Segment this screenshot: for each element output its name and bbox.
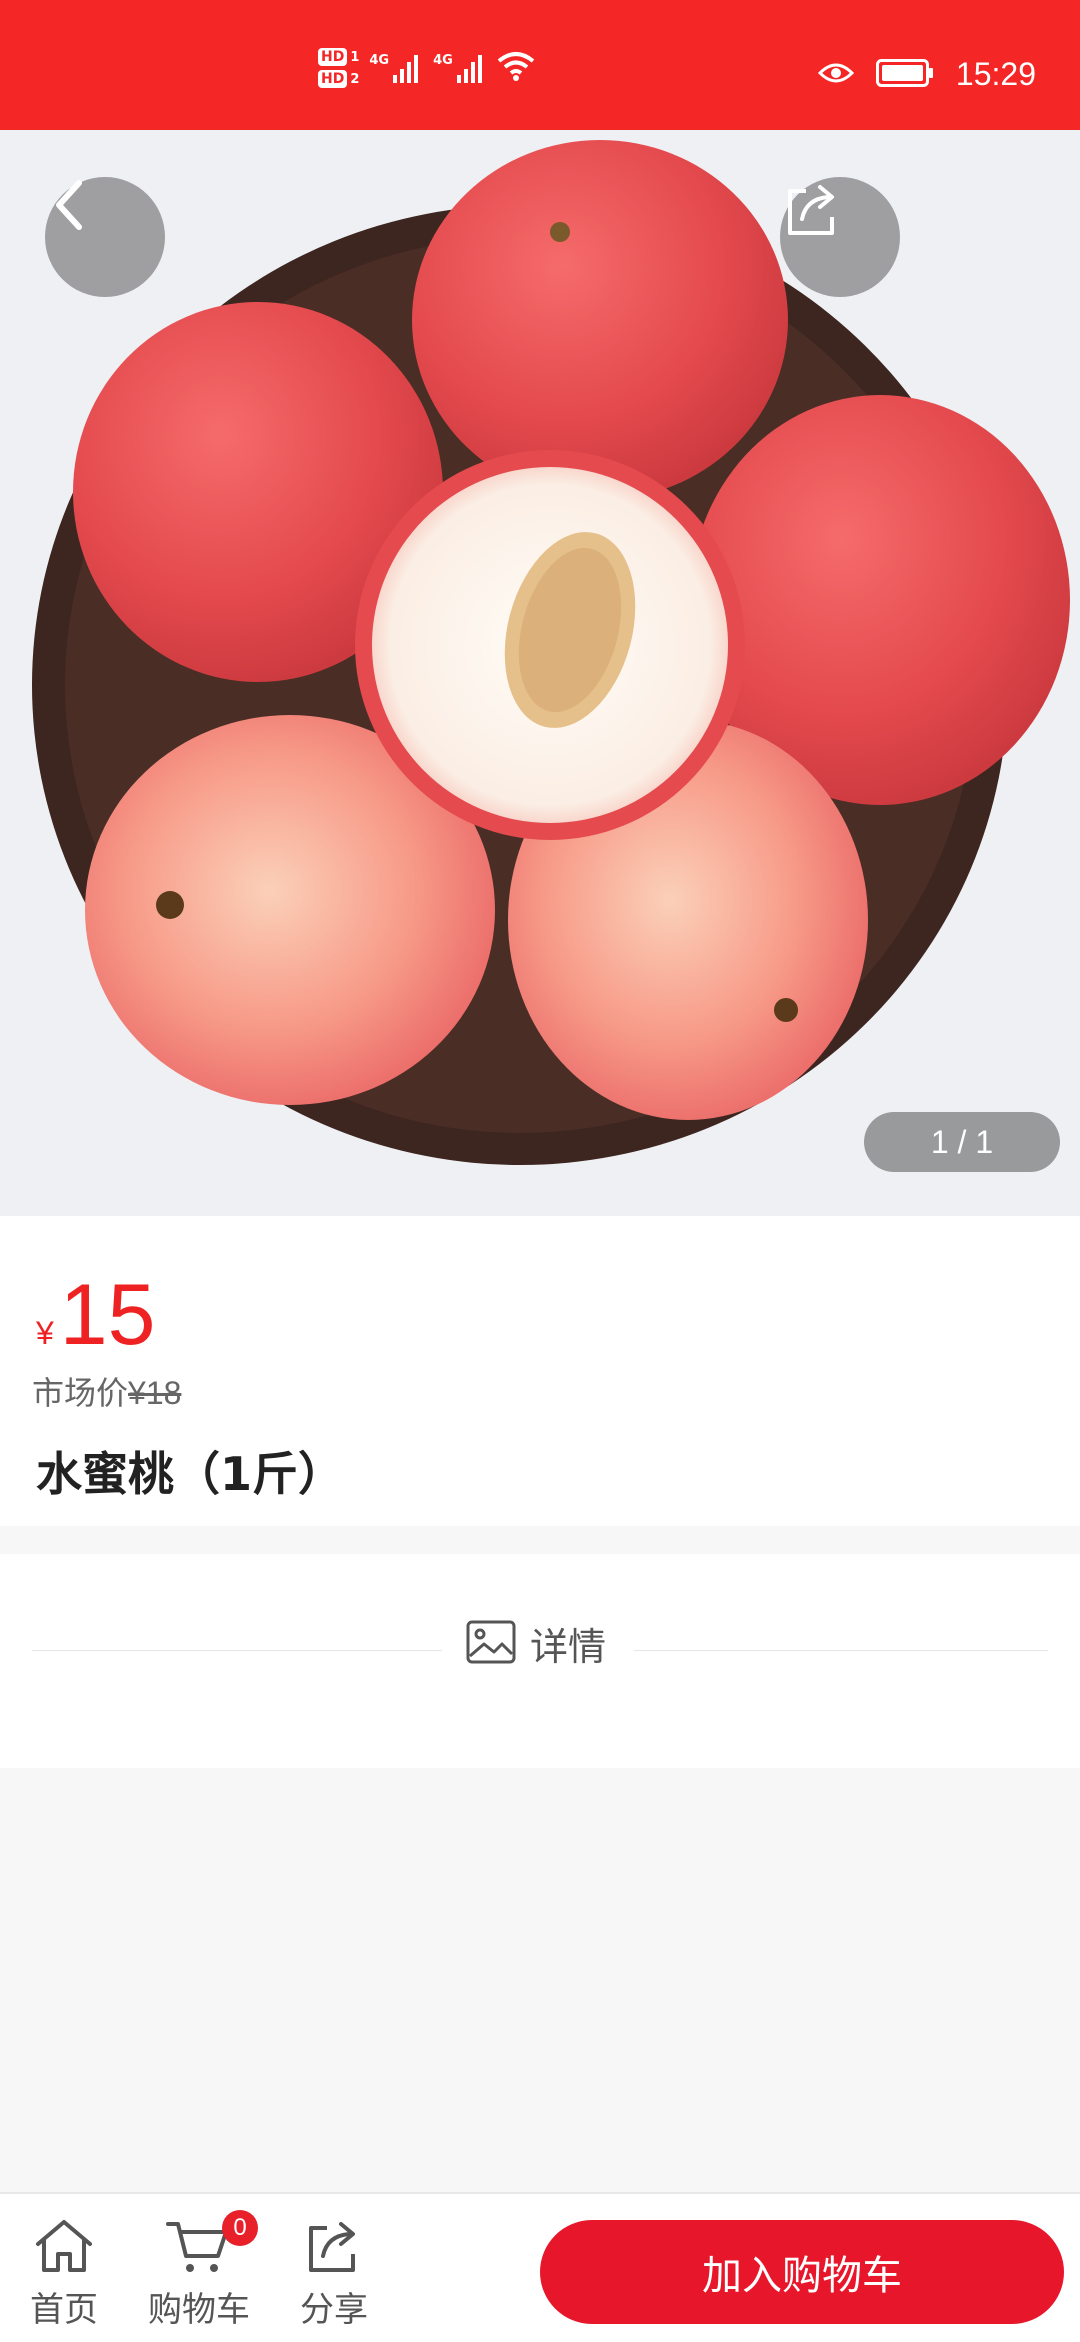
status-right: 15:29: [817, 56, 1036, 93]
detail-header: 详情: [466, 1616, 606, 1671]
price-value: 15: [59, 1267, 156, 1363]
status-bar: HD 1 HD 2 4G 4G 15:29: [0, 0, 1080, 130]
nav-share[interactable]: 分享: [300, 2216, 368, 2331]
bottom-bar: 首页 0 购物车 分享 加入购物车: [0, 2192, 1080, 2342]
signal-icon: 4G: [369, 53, 423, 83]
product-image-carousel[interactable]: 1 / 1: [0, 130, 1080, 1216]
nav-home[interactable]: 首页: [30, 2216, 98, 2331]
price: ¥ 15: [36, 1272, 155, 1358]
hd2-indicator: HD 2: [318, 70, 359, 88]
clock: 15:29: [955, 56, 1036, 92]
detail-section: 详情: [0, 1554, 1080, 1768]
market-price-label: 市场价: [32, 1375, 129, 1411]
image-icon: [466, 1620, 516, 1668]
back-button[interactable]: [45, 177, 165, 297]
product-info: ¥ 15 市场价¥18 水蜜桃（1斤）: [0, 1216, 1080, 1526]
share-button[interactable]: [780, 177, 900, 297]
hd1-indicator: HD 1: [318, 48, 359, 66]
cart-count-badge: 0: [222, 2210, 258, 2246]
image-counter: 1 / 1: [864, 1112, 1060, 1172]
share-icon: [303, 2216, 365, 2280]
nav-cart[interactable]: 0 购物车: [148, 2210, 258, 2331]
signal-icon-2: 4G: [433, 53, 487, 83]
home-icon: [32, 2216, 96, 2280]
detail-label: 详情: [530, 1627, 607, 1669]
nav-share-label: 分享: [300, 2291, 368, 2329]
market-price-row: 市场价¥18: [32, 1368, 181, 1414]
divider-left: [32, 1650, 442, 1651]
battery-icon: [875, 58, 934, 91]
nav-home-label: 首页: [30, 2291, 98, 2329]
product-photo: [0, 130, 1080, 1216]
status-left: HD 1 HD 2 4G 4G: [318, 48, 535, 88]
divider-right: [634, 1650, 1048, 1651]
nav-cart-label: 购物车: [148, 2291, 250, 2329]
eye-icon: [817, 61, 855, 89]
market-price: ¥18: [128, 1375, 182, 1411]
currency-symbol: ¥: [36, 1315, 54, 1351]
product-title: 水蜜桃（1斤）: [36, 1447, 345, 1501]
add-to-cart-button[interactable]: 加入购物车: [540, 2220, 1064, 2324]
wifi-icon: [497, 50, 535, 86]
